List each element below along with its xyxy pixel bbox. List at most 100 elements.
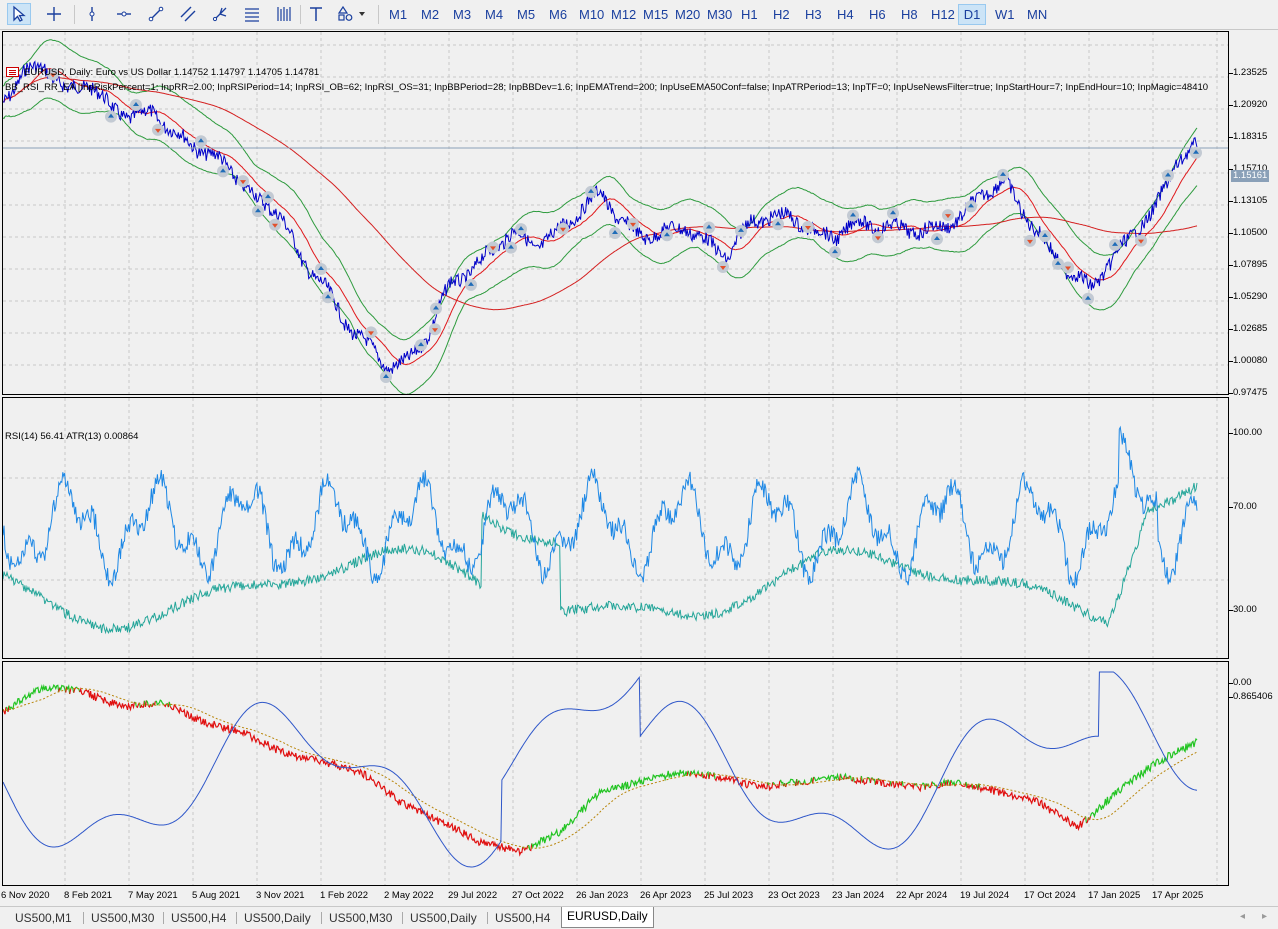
trade-marker-icon xyxy=(772,218,784,231)
rsi-atr-title: RSI(14) 56.41 ATR(13) 0.00864 xyxy=(5,431,139,442)
timeframe-m6[interactable]: M6 xyxy=(546,4,570,25)
vertical-line-tool[interactable] xyxy=(80,3,104,25)
trade-marker-icon xyxy=(430,302,442,315)
oscillator-pane[interactable] xyxy=(2,661,1229,886)
trade-marker-icon xyxy=(942,209,954,222)
timeframe-h6[interactable]: H6 xyxy=(866,4,889,25)
horizontal-line-icon xyxy=(117,11,131,17)
oscillator-line xyxy=(69,688,72,695)
oscillator-line xyxy=(1086,817,1090,824)
timeframe-m12[interactable]: M12 xyxy=(608,4,639,25)
trade-marker-icon xyxy=(1190,146,1202,159)
oscillator-line xyxy=(163,703,167,708)
timeframe-h3[interactable]: H3 xyxy=(802,4,825,25)
chart-tab[interactable]: US500,Daily xyxy=(239,909,316,927)
trade-marker-icon xyxy=(1062,261,1074,274)
timeframe-m10[interactable]: M10 xyxy=(576,4,607,25)
timeframe-m5[interactable]: M5 xyxy=(514,4,538,25)
oscillator-line xyxy=(169,703,524,857)
equidistant-channel-icon xyxy=(180,6,196,22)
text-icon xyxy=(310,7,322,21)
timeframe-w1[interactable]: W1 xyxy=(992,4,1018,25)
timeframe-h2[interactable]: H2 xyxy=(770,4,793,25)
date-label: 17 Oct 2024 xyxy=(1024,890,1076,901)
timeframe-d1[interactable]: D1 xyxy=(958,4,986,25)
oscillator-scale[interactable]: 0.8654060.105344 xyxy=(1229,691,1278,916)
rsi-scale[interactable]: 100.00 70.00 30.00 0.00 xyxy=(1229,427,1278,689)
scale-label: 30.00 xyxy=(1233,604,1257,615)
date-label: 5 Aug 2021 xyxy=(192,890,241,901)
cursor-tool[interactable] xyxy=(7,3,31,25)
timeframe-m4[interactable]: M4 xyxy=(482,4,506,25)
timeframe-mn[interactable]: MN xyxy=(1024,4,1050,25)
oscillator-line xyxy=(877,777,880,781)
chart-tab[interactable]: EURUSD,Daily xyxy=(561,907,654,928)
oscillator-line xyxy=(714,774,769,790)
timeframe-h1[interactable]: H1 xyxy=(738,4,761,25)
crosshair-icon xyxy=(47,7,61,21)
date-label: 2 May 2022 xyxy=(384,890,434,901)
shapes-tool[interactable] xyxy=(334,3,370,25)
tab-scroll-left-icon[interactable]: ◂ xyxy=(1240,911,1245,922)
chart-tab[interactable]: US500,M30 xyxy=(324,909,397,927)
tab-separator xyxy=(402,912,403,924)
date-label: 19 Jul 2024 xyxy=(960,890,1010,901)
timeframe-m30[interactable]: M30 xyxy=(704,4,735,25)
fibonacci-tool[interactable] xyxy=(240,3,264,25)
ea-parameters-label: BB_RSI_RR_EA [InpRiskPercent=1; InpRR=2.… xyxy=(5,82,1209,93)
vertical-line-icon xyxy=(89,7,95,21)
trade-marker-icon xyxy=(847,209,859,222)
date-label: 29 Jul 2022 xyxy=(448,890,498,901)
trade-marker-icon xyxy=(1135,234,1147,247)
pitchfork-tool[interactable] xyxy=(208,3,232,25)
date-label: 3 Nov 2021 xyxy=(256,890,305,901)
timeframe-h8[interactable]: H8 xyxy=(898,4,921,25)
horizontal-line-tool[interactable] xyxy=(112,3,136,25)
oscillator-line xyxy=(901,780,904,787)
trade-marker-icon xyxy=(365,326,377,339)
timeframe-h4[interactable]: H4 xyxy=(834,4,857,25)
crosshair-tool[interactable] xyxy=(42,3,66,25)
trade-marker-icon xyxy=(609,227,621,240)
chart-area[interactable]: EURUSD, Daily: Euro vs US Dollar 1.14752… xyxy=(0,30,1278,916)
trendline-tool[interactable] xyxy=(144,3,168,25)
timeframe-m15[interactable]: M15 xyxy=(640,4,671,25)
oscillator-line xyxy=(8,683,60,711)
trade-marker-icon xyxy=(465,278,477,291)
oscillator-line xyxy=(854,775,862,785)
timeframe-m20[interactable]: M20 xyxy=(672,4,703,25)
trade-marker-icon xyxy=(269,218,281,231)
chart-tab[interactable]: US500,M30 xyxy=(86,909,159,927)
timeframe-m2[interactable]: M2 xyxy=(418,4,442,25)
chart-tab[interactable]: US500,Daily xyxy=(405,909,482,927)
atr-line xyxy=(3,482,1198,635)
rsi-atr-pane[interactable] xyxy=(2,397,1229,659)
bollinger-lower-band xyxy=(3,97,1198,394)
scale-label: 0.97475 xyxy=(1233,387,1268,398)
oscillator-line xyxy=(869,777,872,784)
oscillator-line xyxy=(531,769,688,849)
oscillator-line xyxy=(79,687,135,712)
chart-tab[interactable]: US500,M1 xyxy=(10,909,77,927)
timeframe-h12[interactable]: H12 xyxy=(928,4,958,25)
rsi-line xyxy=(3,425,1198,589)
text-tool[interactable] xyxy=(304,3,328,25)
scale-label: 1.18315 xyxy=(1233,131,1268,142)
timeframe-m3[interactable]: M3 xyxy=(450,4,474,25)
symbol-menu-icon[interactable] xyxy=(6,67,19,77)
trade-marker-icon xyxy=(872,231,884,244)
price-scale[interactable]: 1.23525 1.20920 1.18315 1.15710 1.13105 1.105… xyxy=(1229,61,1278,425)
timeframe-m1[interactable]: M1 xyxy=(386,4,410,25)
oscillator-line xyxy=(839,773,844,780)
date-axis[interactable]: 6 Nov 2020 8 Feb 2021 7 May 2021 5 Aug 2021… xyxy=(0,886,1229,904)
fibonacci-fan-icon xyxy=(277,7,291,21)
scale-label: 70.00 xyxy=(1233,501,1257,512)
chart-tab[interactable]: US500,H4 xyxy=(490,909,555,927)
tab-scroll-right-icon[interactable]: ▸ xyxy=(1262,911,1267,922)
chart-tab[interactable]: US500,H4 xyxy=(166,909,231,927)
channel-tool[interactable] xyxy=(176,3,200,25)
trendline-icon xyxy=(148,6,164,22)
trade-marker-icon xyxy=(1039,230,1051,243)
gann-tool[interactable] xyxy=(272,3,296,25)
scale-label: 1.05290 xyxy=(1233,291,1268,302)
